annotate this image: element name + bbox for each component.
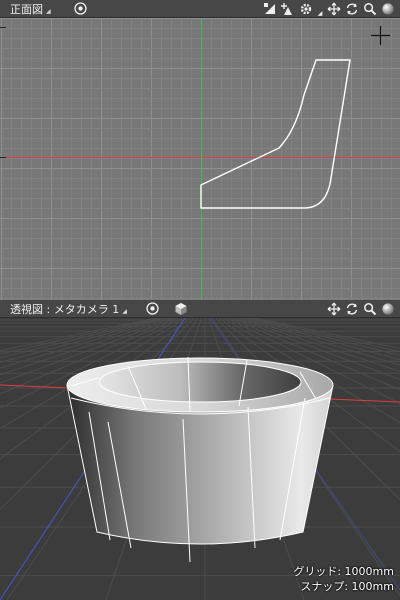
front-view-header: 正面図 ◢ ◢	[0, 0, 400, 18]
zoom-icon[interactable]	[362, 301, 378, 317]
chevron-down-icon[interactable]: ◢	[316, 1, 324, 17]
gear-icon[interactable]	[298, 1, 314, 17]
zoom-icon[interactable]	[362, 1, 378, 17]
move-icon[interactable]	[326, 301, 342, 317]
cube-icon[interactable]	[173, 301, 189, 317]
front-view-title[interactable]: 正面図	[0, 1, 43, 17]
perspective-view-header: 透視図 : メタカメラ 1 ◢	[0, 300, 400, 318]
profile-curve	[200, 59, 351, 209]
chevron-down-icon[interactable]: ◢	[122, 308, 127, 315]
chevron-down-icon[interactable]: ◢	[46, 8, 51, 15]
front-view-canvas[interactable]	[0, 0, 400, 300]
rotate-icon[interactable]	[344, 1, 360, 17]
perspective-view-canvas[interactable]	[0, 300, 400, 600]
rotate-icon[interactable]	[344, 301, 360, 317]
perspective-view-title[interactable]: 透視図 : メタカメラ 1	[0, 301, 119, 317]
grid-size-label: グリッド: 1000mm	[293, 565, 394, 578]
perspective-viewport[interactable]: 透視図 : メタカメラ 1 ◢ グリッド: 1000mm スナップ: 100mm	[0, 300, 400, 600]
shading-sphere-icon[interactable]	[380, 1, 396, 17]
move-icon[interactable]	[326, 1, 342, 17]
vertex-edit-icon[interactable]	[262, 1, 278, 17]
cup-model	[66, 356, 334, 563]
target-icon[interactable]	[145, 301, 161, 317]
front-viewport[interactable]: 正面図 ◢ ◢	[0, 0, 400, 300]
grid-snap-info: グリッド: 1000mm スナップ: 100mm	[293, 564, 394, 594]
snap-size-label: スナップ: 100mm	[300, 580, 394, 593]
target-icon[interactable]	[73, 1, 89, 17]
shading-sphere-icon[interactable]	[380, 301, 396, 317]
add-shape-icon[interactable]	[280, 1, 296, 17]
